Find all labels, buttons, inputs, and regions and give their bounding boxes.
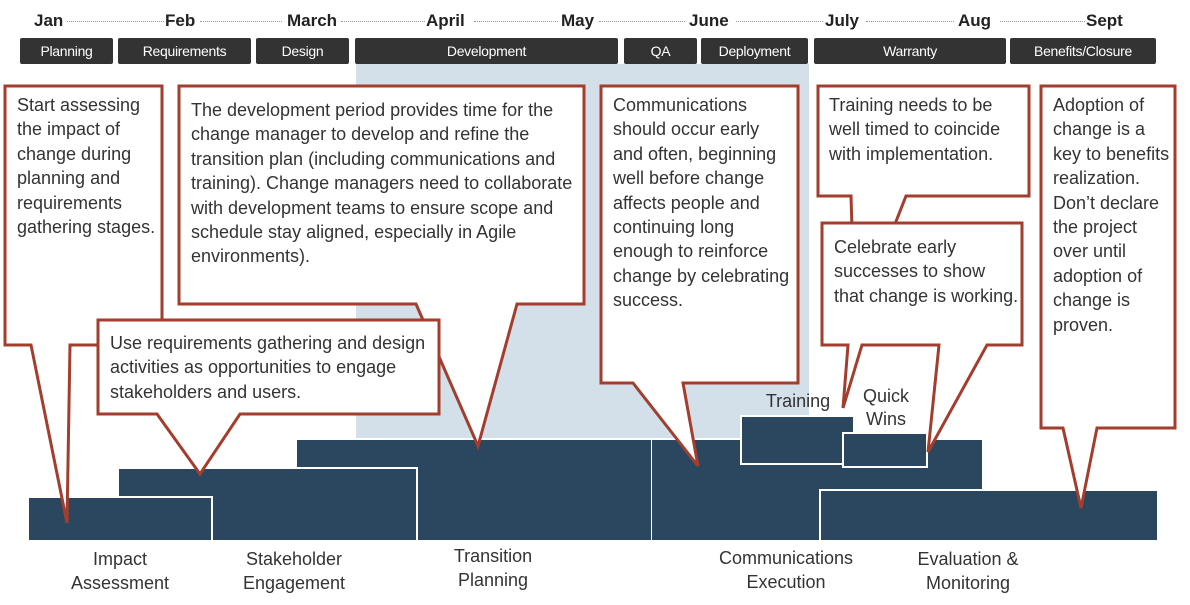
callout-transition-planning: The development period provides time for… bbox=[191, 100, 573, 267]
callout-communications: Communications should occur early and of… bbox=[613, 95, 790, 311]
label-quick-wins: Quick Wins bbox=[862, 386, 909, 429]
callout-training: Training needs to be well timed to coinc… bbox=[829, 95, 1001, 164]
callout-quick-wins: Celebrate early successes to show that c… bbox=[834, 237, 1019, 306]
label-training: Training bbox=[765, 391, 831, 411]
label-stakeholder-engagement: Stakeholder Engagement bbox=[242, 549, 346, 593]
label-impact-assessment: Impact Assessment bbox=[70, 549, 170, 593]
callout-adoption: Adoption of change is a key to benefits … bbox=[1053, 95, 1170, 335]
change-management-timeline-diagram: Jan Feb March April May June July Aug Se… bbox=[0, 0, 1190, 605]
label-evaluation-monitoring: Evaluation & Monitoring bbox=[917, 549, 1019, 593]
label-transition-planning: Transition Planning bbox=[453, 546, 533, 590]
callout-stakeholder-engagement: Use requirements gathering and design ac… bbox=[110, 333, 426, 402]
label-communications-execution: Communications Execution bbox=[718, 548, 854, 592]
callout-impact-assessment: Start assessing the impact of change dur… bbox=[17, 95, 156, 238]
